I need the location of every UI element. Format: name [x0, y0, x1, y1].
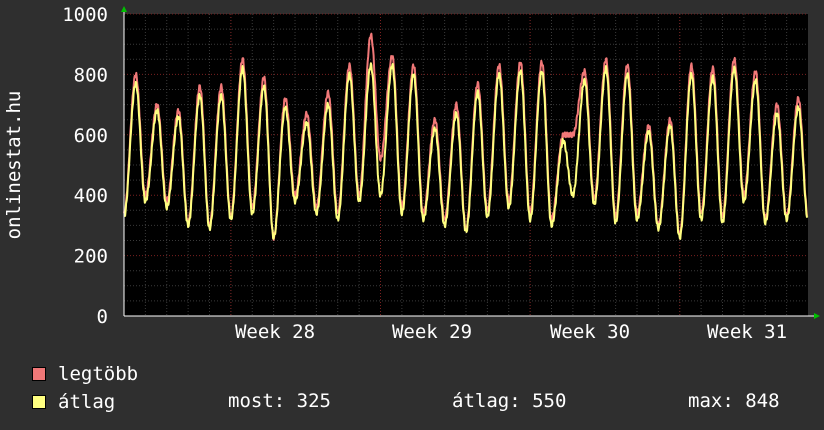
legend-swatch-avg [32, 395, 46, 409]
stat-average: átlag: 550 [452, 390, 567, 412]
legend-swatch-max [32, 367, 46, 381]
y-axis-arrow [121, 6, 127, 12]
stat-current: most: 325 [228, 390, 331, 412]
x-tick-label: Week 29 [392, 321, 472, 343]
x-tick-label: Week 28 [235, 321, 315, 343]
y-tick-label: 400 [74, 185, 108, 207]
legend-item-max: legtöbb [32, 363, 138, 385]
legend-label-max: legtöbb [58, 363, 139, 385]
legend-item-avg: átlag [32, 391, 115, 413]
x-tick-label: Week 30 [550, 321, 630, 343]
y-axis-label: onlinestat.hu [3, 91, 25, 240]
x-tick-label: Week 31 [707, 321, 787, 343]
y-tick-labels: 0 200 400 600 800 1000 [62, 4, 108, 328]
stat-maximum: max: 848 [688, 390, 780, 412]
legend-label-avg: átlag [58, 391, 116, 413]
y-tick-label: 200 [74, 246, 108, 268]
x-tick-labels: Week 28 Week 29 Week 30 Week 31 [235, 321, 787, 343]
y-tick-label: 800 [74, 64, 108, 86]
chart-root: 0 200 400 600 800 1000 Week 28 Week 29 Week 30 W… [0, 0, 824, 430]
x-axis-arrow [814, 313, 820, 319]
y-tick-label: 0 [97, 306, 108, 328]
y-tick-label: 1000 [62, 4, 108, 26]
y-tick-label: 600 [74, 125, 108, 147]
